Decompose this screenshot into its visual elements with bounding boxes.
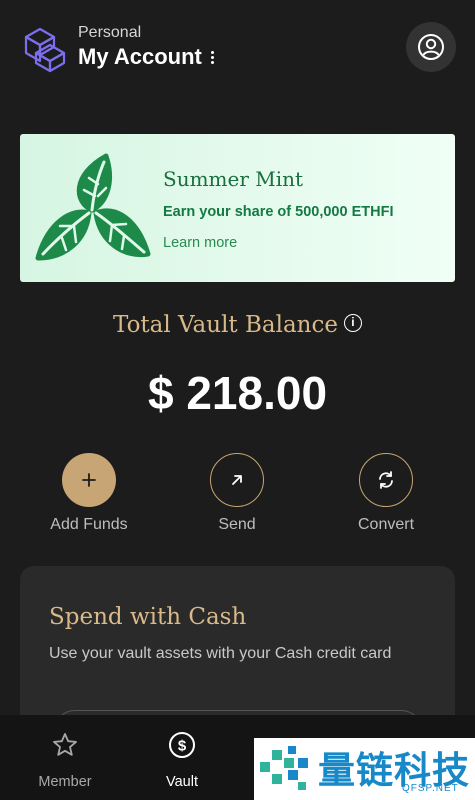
user-circle-icon: [418, 34, 444, 60]
promo-title: Summer Mint: [163, 167, 304, 191]
send-circle[interactable]: [210, 453, 264, 507]
plus-icon: [82, 473, 96, 487]
promo-banner[interactable]: Summer Mint Earn your share of 500,000 E…: [20, 134, 455, 282]
info-icon[interactable]: i: [343, 314, 362, 332]
send-label: Send: [218, 516, 256, 533]
convert-label: Convert: [357, 516, 415, 533]
nav-item-vault[interactable]: $ Vault: [137, 731, 227, 790]
add-funds-button[interactable]: Add Funds: [34, 453, 144, 534]
add-funds-circle[interactable]: [62, 453, 116, 507]
promo-subtitle: Earn your share of 500,000 ETHFI: [163, 204, 394, 220]
account-type-label: Personal: [78, 24, 142, 41]
convert-circle[interactable]: [359, 453, 413, 507]
convert-button[interactable]: Convert: [331, 453, 441, 534]
leaf-icon: [35, 153, 151, 261]
nav-label-vault: Vault: [166, 774, 198, 790]
nav-label-member: Member: [38, 774, 92, 790]
header: Personal My Account: [0, 0, 475, 100]
arrow-up-right-icon: [232, 475, 242, 485]
nav-item-member[interactable]: Member: [20, 731, 110, 790]
send-button[interactable]: Send: [182, 453, 292, 534]
watermark-subtext: QFSP.NET: [402, 783, 459, 794]
cash-card-description: Use your vault assets with your Cash cre…: [49, 645, 392, 662]
svg-text:$: $: [178, 738, 187, 755]
ether-fi-logo-icon[interactable]: [18, 23, 70, 75]
cash-card-title: Spend with Cash: [49, 604, 247, 630]
star-icon: [53, 733, 77, 756]
watermark: 量链科技 QFSP.NET: [254, 738, 475, 800]
convert-icon: [379, 471, 393, 489]
profile-button[interactable]: [406, 22, 456, 72]
balance-label-text: Total Vault Balance: [113, 312, 338, 338]
kebab-menu-icon[interactable]: [207, 50, 217, 68]
watermark-logo-icon: [260, 746, 308, 790]
learn-more-link[interactable]: Learn more: [163, 235, 237, 251]
total-balance-label: Total Vault Balance i: [0, 312, 475, 338]
balance-value: $ 218.00: [147, 367, 328, 419]
dollar-circle-icon: $: [169, 732, 195, 758]
add-funds-label: Add Funds: [50, 516, 128, 533]
account-name[interactable]: My Account: [78, 44, 202, 70]
